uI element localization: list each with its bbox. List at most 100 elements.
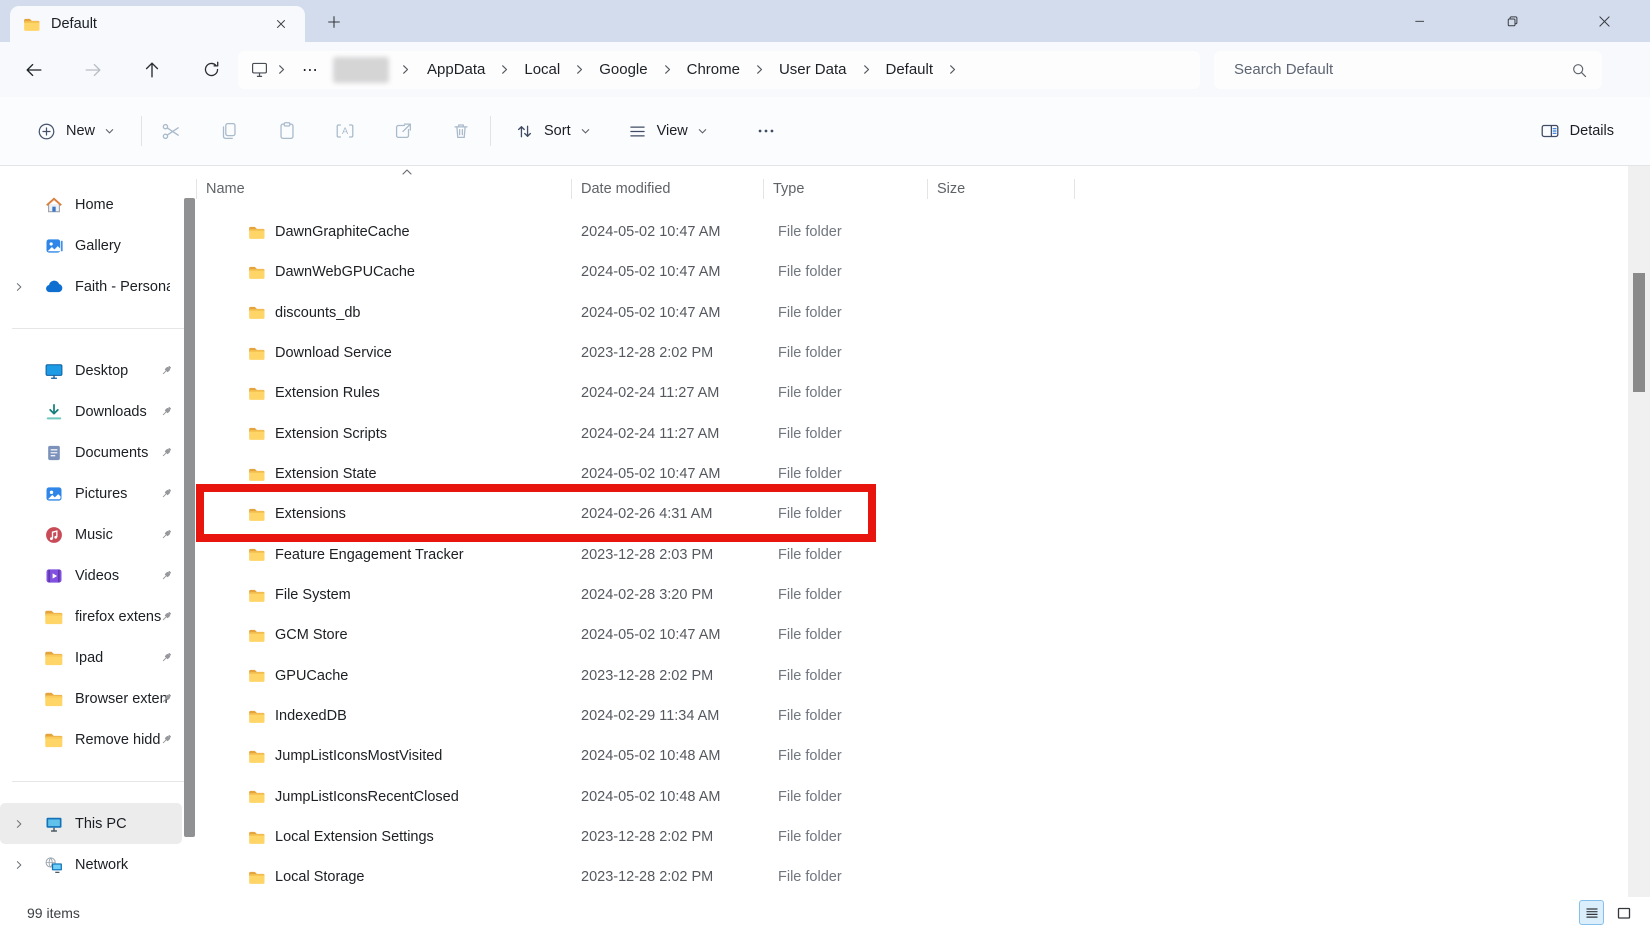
table-row[interactable]: DawnGraphiteCache 2024-05-02 10:47 AM Fi… bbox=[196, 212, 1650, 252]
sidebar-scrollbar-thumb[interactable] bbox=[184, 198, 195, 837]
chevron-right-icon[interactable] bbox=[657, 64, 678, 75]
sidebar-item[interactable]: Desktop bbox=[0, 350, 182, 391]
table-row[interactable]: Extensions 2024-02-26 4:31 AM File folde… bbox=[196, 494, 1650, 534]
sidebar-item[interactable]: Browser exten bbox=[0, 678, 182, 719]
date-modified-cell: 2024-02-29 11:34 AM bbox=[581, 708, 720, 725]
sidebar-item-icon bbox=[44, 648, 64, 668]
close-button[interactable] bbox=[1558, 0, 1650, 42]
table-row[interactable]: Feature Engagement Tracker 2023-12-28 2:… bbox=[196, 535, 1650, 575]
column-header[interactable]: Type bbox=[763, 166, 927, 212]
scissors-icon bbox=[162, 123, 179, 139]
sidebar-divider bbox=[12, 781, 184, 782]
table-row[interactable]: Extension Scripts 2024-02-24 11:27 AM Fi… bbox=[196, 414, 1650, 454]
table-row[interactable]: IndexedDB 2024-02-29 11:34 AM File folde… bbox=[196, 696, 1650, 736]
new-button[interactable]: New bbox=[26, 113, 125, 150]
sidebar-item[interactable]: Music bbox=[0, 514, 182, 555]
explorer-tab[interactable]: Default bbox=[10, 6, 305, 42]
search-input[interactable] bbox=[1234, 61, 1570, 78]
breadcrumb-segment-label[interactable]: User Data bbox=[770, 57, 856, 82]
file-name-cell: Extension Rules bbox=[196, 385, 571, 401]
sidebar-item[interactable]: Network bbox=[0, 844, 182, 885]
search-box[interactable] bbox=[1214, 50, 1602, 89]
chevron-expand-icon[interactable] bbox=[14, 266, 24, 307]
tab-close-button[interactable] bbox=[270, 13, 292, 35]
breadcrumb-segment-label[interactable]: Local bbox=[515, 57, 569, 82]
column-header[interactable]: Name bbox=[196, 166, 571, 212]
sidebar-item[interactable]: Remove hidd bbox=[0, 719, 182, 760]
up-button[interactable] bbox=[132, 51, 172, 89]
folder-icon bbox=[248, 305, 266, 320]
sidebar-item[interactable]: Home bbox=[0, 184, 182, 225]
table-row[interactable]: DawnWebGPUCache 2024-05-02 10:47 AM File… bbox=[196, 252, 1650, 292]
details-pane-button[interactable]: Details bbox=[1529, 112, 1624, 150]
large-icons-view-icon bbox=[1617, 907, 1630, 919]
chevron-right-icon[interactable] bbox=[942, 64, 963, 75]
chevron-right-icon[interactable] bbox=[749, 64, 770, 75]
share-button[interactable] bbox=[374, 111, 432, 151]
table-row[interactable]: JumpListIconsRecentClosed 2024-05-02 10:… bbox=[196, 777, 1650, 817]
breadcrumb-segment-label[interactable]: AppData bbox=[418, 57, 494, 82]
breadcrumb-overflow-button[interactable]: ⋯ bbox=[294, 60, 327, 80]
sort-arrows-icon bbox=[517, 125, 532, 137]
paste-button[interactable] bbox=[258, 111, 316, 151]
items-count: 99 items bbox=[27, 904, 80, 921]
sidebar-item[interactable]: Ipad bbox=[0, 637, 182, 678]
breadcrumb-segment-label[interactable]: Default bbox=[877, 57, 943, 82]
table-row[interactable]: GPUCache 2023-12-28 2:02 PM File folder bbox=[196, 656, 1650, 696]
new-tab-button[interactable] bbox=[320, 8, 347, 35]
back-button[interactable] bbox=[14, 51, 54, 89]
cut-button[interactable] bbox=[142, 111, 200, 151]
type-cell: File folder bbox=[778, 667, 842, 684]
sidebar-item[interactable]: Gallery bbox=[0, 225, 182, 266]
sidebar-item[interactable]: This PC bbox=[0, 803, 182, 844]
sidebar-item[interactable]: Pictures bbox=[0, 473, 182, 514]
sidebar-item[interactable]: firefox extens bbox=[0, 596, 182, 637]
sidebar-item[interactable]: Documents bbox=[0, 432, 182, 473]
table-row[interactable]: JumpListIconsMostVisited 2024-05-02 10:4… bbox=[196, 736, 1650, 776]
type-cell: File folder bbox=[778, 748, 842, 765]
restore-button[interactable] bbox=[1466, 0, 1558, 42]
minimize-button[interactable] bbox=[1374, 0, 1466, 42]
breadcrumb-segment-label[interactable]: Chrome bbox=[678, 57, 749, 82]
sidebar-item[interactable]: Faith - Personal bbox=[0, 266, 182, 307]
chevron-right-icon[interactable] bbox=[569, 64, 590, 75]
sidebar-item[interactable]: Videos bbox=[0, 555, 182, 596]
table-row[interactable]: Extension Rules 2024-02-24 11:27 AM File… bbox=[196, 373, 1650, 413]
vertical-scrollbar[interactable] bbox=[1628, 166, 1650, 897]
vertical-scrollbar-thumb[interactable] bbox=[1633, 273, 1645, 392]
table-row[interactable]: Extension State 2024-05-02 10:47 AM File… bbox=[196, 454, 1650, 494]
large-icons-view-toggle[interactable] bbox=[1611, 900, 1636, 925]
date-modified-cell: 2024-02-24 11:27 AM bbox=[581, 385, 720, 402]
view-button[interactable]: View bbox=[614, 113, 721, 150]
refresh-button[interactable] bbox=[191, 51, 231, 89]
table-row[interactable]: discounts_db 2024-05-02 10:47 AM File fo… bbox=[196, 293, 1650, 333]
sidebar-item-icon bbox=[44, 402, 64, 422]
view-button-label: View bbox=[656, 123, 688, 139]
breadcrumb-redacted-user[interactable] bbox=[333, 56, 389, 83]
column-header[interactable]: Size bbox=[927, 166, 1075, 212]
arrow-right-icon bbox=[85, 63, 101, 76]
table-row[interactable]: Local Extension Settings 2023-12-28 2:02… bbox=[196, 817, 1650, 857]
column-header[interactable]: Date modified bbox=[571, 166, 763, 212]
breadcrumb-segment-label[interactable]: Google bbox=[590, 57, 656, 82]
sidebar-item[interactable]: Downloads bbox=[0, 391, 182, 432]
forward-button[interactable] bbox=[73, 51, 113, 89]
details-view-toggle[interactable] bbox=[1579, 900, 1604, 925]
chevron-expand-icon[interactable] bbox=[14, 844, 24, 885]
breadcrumb[interactable]: ⋯ AppData Local Google Chrome User Data … bbox=[238, 50, 1200, 89]
delete-button[interactable] bbox=[432, 111, 490, 151]
table-row[interactable]: GCM Store 2024-05-02 10:47 AM File folde… bbox=[196, 615, 1650, 655]
sort-button[interactable]: Sort bbox=[501, 113, 604, 150]
sidebar-item-label: firefox extens bbox=[75, 608, 162, 625]
chevron-right-icon[interactable] bbox=[856, 64, 877, 75]
table-row[interactable]: Local Storage 2023-12-28 2:02 PM File fo… bbox=[196, 857, 1650, 897]
more-options-button[interactable] bbox=[737, 111, 795, 151]
table-row[interactable]: Download Service 2023-12-28 2:02 PM File… bbox=[196, 333, 1650, 373]
copy-button[interactable] bbox=[200, 111, 258, 151]
close-icon bbox=[1598, 15, 1610, 27]
chevron-expand-icon[interactable] bbox=[14, 803, 24, 844]
type-cell: File folder bbox=[778, 829, 842, 846]
rename-button[interactable]: A bbox=[316, 111, 374, 151]
chevron-right-icon[interactable] bbox=[494, 64, 515, 75]
table-row[interactable]: File System 2024-02-28 3:20 PM File fold… bbox=[196, 575, 1650, 615]
